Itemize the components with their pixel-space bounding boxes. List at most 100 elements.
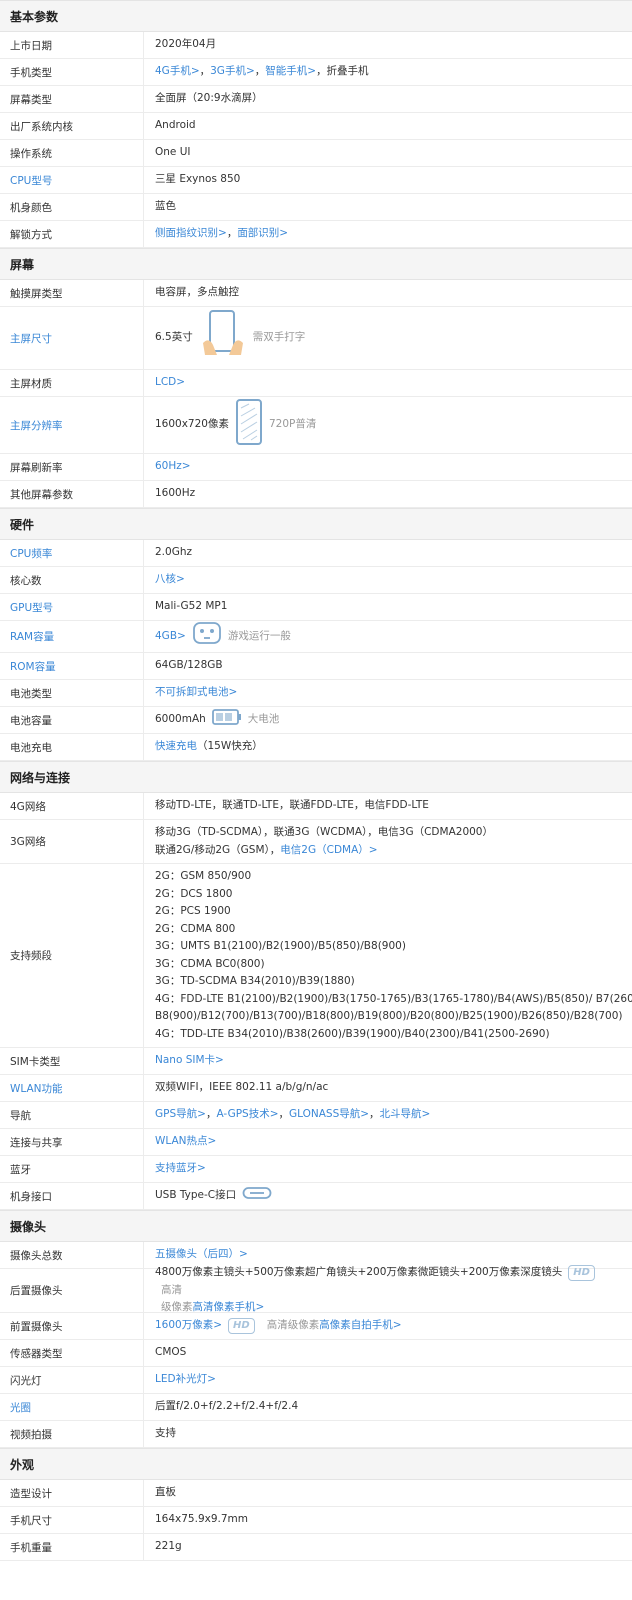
spec-label[interactable]: RAM容量 [0,621,144,652]
spec-row: 屏幕刷新率 60Hz> [0,454,632,481]
spec-label: 蓝牙 [0,1156,144,1182]
spec-value: 4800万像素主镜头+500万像素超广角镜头+200万像素微距镜头+200万像素… [144,1265,632,1313]
spec-note: 游戏运行一般 [227,629,291,642]
spec-text: 移动3G（TD-SCDMA），联通3G（WCDMA），电信3G（CDMA2000… [155,826,493,838]
value-line: 1600x720像素 720P普清 [155,398,624,453]
spec-link[interactable]: 高像素自拍手机> [319,1317,401,1335]
spec-link[interactable]: 电信2G（CDMA）> [280,842,377,860]
spec-value: 蓝色 [144,194,632,220]
spec-row: 主屏材质 LCD> [0,370,632,397]
spec-label: 机身颜色 [0,194,144,220]
spec-text: ， [199,65,211,78]
spec-text: 1600x720像素 [155,418,229,431]
spec-link[interactable]: 八核> [155,571,185,589]
spec-link[interactable]: 侧面指纹识别> [155,225,227,243]
spec-label: 解锁方式 [0,221,144,247]
spec-link[interactable]: Nano SIM卡> [155,1052,224,1070]
value-line: 2.0Ghz [155,544,624,562]
value-line: 4800万像素主镜头+500万像素超广角镜头+200万像素微距镜头+200万像素… [155,1264,624,1299]
spec-link[interactable]: 4GB> [155,628,186,646]
spec-row: SIM卡类型 Nano SIM卡> [0,1048,632,1075]
spec-link[interactable]: GLONASS导航> [289,1106,369,1124]
spec-row: 电池容量 6000mAh 大电池 [0,707,632,734]
spec-link[interactable]: 面部识别> [237,225,288,243]
spec-value: 60Hz> [144,454,632,480]
spec-link[interactable]: 支持蓝牙> [155,1160,206,1178]
spec-link[interactable]: 4G手机> [155,63,200,81]
spec-link[interactable]: WLAN热点> [155,1133,216,1151]
spec-link[interactable]: 快速充电 [155,738,197,756]
spec-text: USB Type-C接口 [155,1189,237,1202]
spec-text: 蓝色 [155,200,176,213]
spec-text: 3G：UMTS B1(2100)/B2(1900)/B5(850)/B8(900… [155,940,406,952]
spec-label[interactable]: ROM容量 [0,653,144,679]
spec-link[interactable]: 北斗导航> [380,1106,431,1124]
spec-value: 4GB> 游戏运行一般 [144,621,632,652]
spec-value: WLAN热点> [144,1129,632,1155]
spec-label[interactable]: 主屏分辨率 [0,397,144,453]
spec-label[interactable]: 主屏尺寸 [0,307,144,369]
spec-value: 电容屏，多点触控 [144,280,632,306]
value-line: 后置f/2.0+f/2.2+f/2.4+f/2.4 [155,1398,624,1416]
spec-value: 64GB/128GB [144,653,632,679]
spec-link[interactable]: 五摄像头（后四）> [155,1246,248,1264]
value-line: 1600Hz [155,485,624,503]
spec-note: 720P普清 [268,418,317,431]
spec-label: 视频拍摄 [0,1421,144,1447]
spec-row: 机身接口 USB Type-C接口 [0,1183,632,1210]
spec-text: 支持 [155,1427,176,1440]
spec-label[interactable]: 光圈 [0,1394,144,1420]
spec-link[interactable]: A-GPS技术> [216,1106,278,1124]
spec-label[interactable]: CPU频率 [0,540,144,566]
spec-text: 电容屏，多点触控 [155,286,239,299]
spec-row: RAM容量 4GB> 游戏运行一般 [0,621,632,653]
spec-link[interactable]: LED补光灯> [155,1371,216,1389]
spec-row: CPU型号 三星 Exynos 850 [0,167,632,194]
spec-label: 手机重量 [0,1534,144,1560]
spec-row: 连接与共享 WLAN热点> [0,1129,632,1156]
spec-row: 电池类型 不可拆卸式电池> [0,680,632,707]
spec-text: 2G：PCS 1900 [155,905,231,917]
spec-link[interactable]: LCD> [155,374,185,392]
value-line: 2G：DCS 1800 [155,886,632,904]
spec-row: 光圈 后置f/2.0+f/2.2+f/2.4+f/2.4 [0,1394,632,1421]
spec-label: 机身接口 [0,1183,144,1209]
spec-label[interactable]: GPU型号 [0,594,144,620]
spec-row: 电池充电 快速充电 （15W快充） [0,734,632,761]
screen-resolution-icon [235,398,263,453]
spec-label: SIM卡类型 [0,1048,144,1074]
spec-value: 164x75.9x9.7mm [144,1507,632,1533]
value-line: 4GB> 游戏运行一般 [155,621,624,652]
spec-value: Mali-G52 MP1 [144,594,632,620]
value-line: 4G手机>， 3G手机>，智能手机> ，折叠手机 [155,63,624,81]
value-line: 3G：TD-SCDMA B34(2010)/B39(1880) [155,973,632,991]
spec-value: 全面屏（20:9水滴屏） [144,86,632,112]
spec-link[interactable]: 不可拆卸式电池> [155,684,237,702]
value-line: 60Hz> [155,458,624,476]
spec-link[interactable]: 1600万像素> [155,1317,222,1335]
spec-row: 传感器类型 CMOS [0,1340,632,1367]
spec-label[interactable]: CPU型号 [0,167,144,193]
spec-label[interactable]: WLAN功能 [0,1075,144,1101]
spec-link[interactable]: 3G手机> [210,63,255,81]
spec-note: 需双手打字 [252,331,306,344]
spec-text: 221g [155,1540,182,1553]
spec-link[interactable]: 60Hz> [155,458,191,476]
spec-value: GPS导航>， A-GPS技术>， GLONASS导航>，北斗导航> [144,1102,632,1128]
spec-text: B8(900)/B12(700)/B13(700)/B18(800)/B19(8… [155,1010,623,1022]
spec-label: 其他屏幕参数 [0,481,144,507]
value-line: 直板 [155,1484,624,1502]
spec-text: 4800万像素主镜头+500万像素超广角镜头+200万像素微距镜头+200万像素… [155,1266,563,1279]
section-header: 硬件 [0,508,632,540]
value-line: 支持 [155,1425,624,1443]
spec-text: Android [155,119,196,132]
spec-link[interactable]: GPS导航> [155,1106,206,1124]
value-line: 电容屏，多点触控 [155,284,624,302]
spec-link[interactable]: 智能手机> [265,63,316,81]
spec-row: 后置摄像头 4800万像素主镜头+500万像素超广角镜头+200万像素微距镜头+2… [0,1265,632,1313]
value-line: 221g [155,1538,624,1556]
spec-text: ，折叠手机 [316,65,369,78]
spec-label: 操作系统 [0,140,144,166]
section-header: 基本参数 [0,0,632,32]
spec-label: 上市日期 [0,32,144,58]
